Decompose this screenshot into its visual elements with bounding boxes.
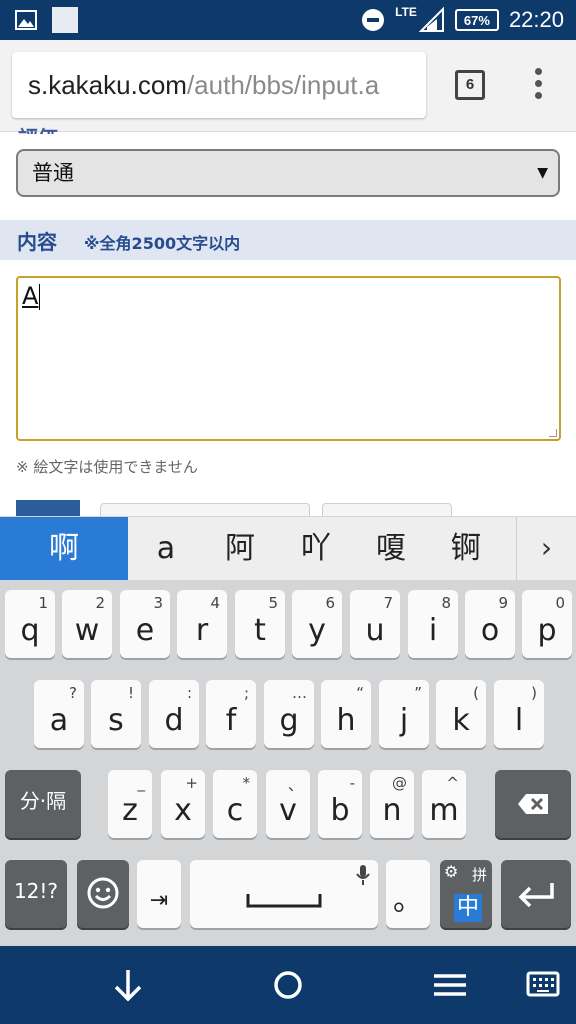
home-circle-icon (274, 971, 302, 999)
settings-gear-icon: ⚙ (444, 862, 459, 881)
backspace-key[interactable] (495, 770, 571, 838)
rating-select-value: 普通 (32, 161, 74, 185)
space-bar-icon (246, 894, 322, 908)
resize-handle[interactable] (549, 429, 557, 437)
network-type: LTE (395, 5, 417, 19)
key-p[interactable]: 0p (522, 590, 572, 658)
space-key[interactable] (190, 860, 378, 928)
signal-icon (418, 7, 444, 32)
backspace-icon (518, 794, 548, 814)
navigation-bar (0, 946, 576, 1024)
enter-key[interactable] (501, 860, 571, 928)
emoji-notice: ※ 絵文字は使用できません (16, 458, 198, 476)
split-key[interactable]: 分·隔 (5, 770, 81, 838)
image-notification-icon (15, 10, 37, 30)
language-label: 中 (454, 894, 483, 922)
key-d[interactable]: :d (149, 680, 199, 748)
cut-off-label: 評価 (18, 122, 58, 134)
do-not-disturb-icon (362, 9, 385, 31)
key-i[interactable]: 8i (408, 590, 458, 658)
key-m[interactable]: ^ m (422, 770, 466, 838)
key-o[interactable]: 9o (465, 590, 515, 658)
key-b[interactable]: -b (318, 770, 362, 838)
candidate-item[interactable]: 阿 (212, 517, 268, 581)
content-limit-note: ※全角2500文字以内 (84, 234, 241, 253)
app-notification-icon (52, 7, 78, 33)
soft-keyboard: 1q 2w 3e 4r 5t 6y 7u 8i 9o 0p ? a ! s :d ;… (0, 580, 576, 946)
key-r[interactable]: 4r (177, 590, 227, 658)
key-n[interactable]: @ n (370, 770, 414, 838)
pinyin-hint: 拼 (471, 866, 487, 884)
key-y[interactable]: 6y (292, 590, 342, 658)
status-bar: LTE 67% 22:20 (0, 0, 576, 40)
keyboard-switch-button[interactable] (512, 960, 572, 1010)
period-key[interactable]: 。 (386, 860, 430, 928)
keyboard-icon (526, 971, 560, 997)
menu-lines-icon (434, 974, 466, 996)
battery-indicator: 67% (454, 9, 499, 31)
browser-toolbar: s.kakaku.com/auth/bbs/input.a 6 (0, 40, 576, 132)
ime-candidate-bar: 啊 a 阿 吖 嗄 锕 › (0, 516, 576, 581)
key-f[interactable]: ; f (206, 680, 256, 748)
microphone-icon (356, 865, 370, 885)
arrow-down-icon (114, 970, 142, 1002)
content-title: 内容 (17, 230, 57, 254)
key-j[interactable]: ” j (379, 680, 429, 748)
key-a[interactable]: ? a (34, 680, 84, 748)
content-textarea[interactable]: A (16, 276, 561, 441)
key-s[interactable]: ! s (91, 680, 141, 748)
key-k[interactable]: (k (436, 680, 486, 748)
battery-percent: 67% (463, 12, 490, 28)
home-button[interactable] (258, 960, 318, 1010)
key-x[interactable]: + x (161, 770, 205, 838)
clock: 22:20 (508, 7, 564, 32)
dropdown-arrow-icon: ▼ (537, 165, 548, 181)
key-e[interactable]: 3e (120, 590, 170, 658)
language-switch-key[interactable]: ⚙ 拼 中 (440, 860, 492, 928)
key-l[interactable]: ) l (494, 680, 544, 748)
key-w[interactable]: 2w (62, 590, 112, 658)
candidate-item[interactable]: 吖 (288, 517, 344, 581)
key-v[interactable]: 、 v (266, 770, 310, 838)
key-u[interactable]: 7u (350, 590, 400, 658)
key-t[interactable]: 5t (235, 590, 285, 658)
tab-switcher-button[interactable]: 6 (455, 70, 485, 100)
key-g[interactable]: … g (264, 680, 314, 748)
overflow-menu-icon[interactable] (528, 68, 548, 104)
emoji-key[interactable] (77, 860, 129, 928)
candidate-item[interactable]: 嗄 (363, 517, 419, 581)
url-host: s.kakaku.com (28, 70, 187, 100)
key-h[interactable]: “h (321, 680, 371, 748)
content-section-header: 内容 ※全角2500文字以内 (0, 220, 576, 260)
numbers-symbols-key[interactable]: 12!? (5, 860, 67, 928)
emoji-icon (87, 877, 119, 909)
hide-keyboard-button[interactable] (98, 960, 158, 1010)
key-q[interactable]: 1q (5, 590, 55, 658)
candidate-item[interactable]: a (138, 517, 194, 581)
more-candidates-button[interactable]: › (516, 517, 576, 581)
enter-icon (518, 883, 554, 907)
url-path: /auth/bbs/input.a (186, 70, 380, 100)
tab-key[interactable]: ⇥ (137, 860, 181, 928)
text-caret (39, 284, 41, 310)
recent-apps-button[interactable] (420, 960, 480, 1010)
address-bar[interactable]: s.kakaku.com/auth/bbs/input.a (12, 52, 426, 118)
candidate-item[interactable]: 啊 (0, 517, 128, 581)
candidate-item[interactable]: 锕 (438, 517, 494, 581)
rating-select[interactable]: 普通 ▼ (16, 149, 560, 197)
key-c[interactable]: * c (213, 770, 257, 838)
key-z[interactable]: _ z (108, 770, 152, 838)
textarea-text: A (22, 282, 39, 310)
